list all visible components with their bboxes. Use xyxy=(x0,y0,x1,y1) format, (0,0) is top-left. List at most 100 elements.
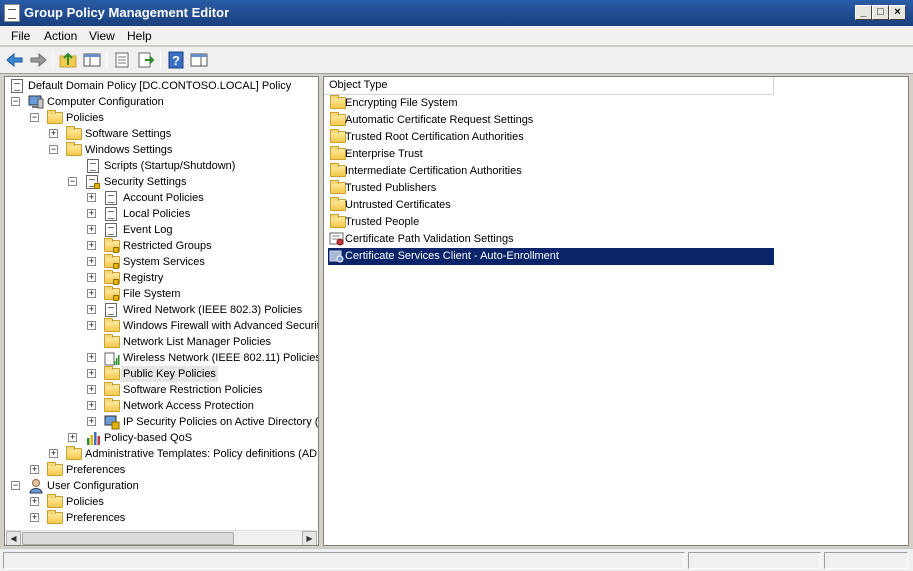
show-action-pane-icon[interactable] xyxy=(189,51,209,69)
ip-security-icon xyxy=(104,414,120,430)
properties-icon[interactable] xyxy=(112,51,132,69)
collapse-icon[interactable]: − xyxy=(49,145,58,154)
console-tree[interactable]: Default Domain Policy [DC.CONTOSO.LOCAL]… xyxy=(4,76,319,546)
folder-icon xyxy=(47,494,63,508)
list-item-selected[interactable]: Certificate Services Client - Auto-Enrol… xyxy=(328,248,774,265)
horizontal-scrollbar[interactable]: ◀ ▶ xyxy=(6,530,317,545)
expand-icon[interactable]: + xyxy=(30,513,39,522)
menu-action[interactable]: Action xyxy=(44,29,77,43)
list-item[interactable]: Certificate Path Validation Settings xyxy=(328,231,774,248)
folder-icon xyxy=(66,142,82,156)
list-item[interactable]: Trusted People xyxy=(328,214,774,231)
bar-chart-icon xyxy=(85,430,101,446)
app-icon xyxy=(4,4,20,22)
lock-icon xyxy=(113,295,119,301)
folder-icon xyxy=(330,180,346,194)
lock-icon xyxy=(113,263,119,269)
folder-icon xyxy=(330,146,346,160)
folder-icon xyxy=(330,95,346,109)
expand-icon[interactable]: + xyxy=(87,209,96,218)
folder-icon xyxy=(66,446,82,460)
list-item[interactable]: Trusted Publishers xyxy=(328,180,774,197)
folder-icon xyxy=(104,366,120,380)
list-item[interactable]: Enterprise Trust xyxy=(328,146,774,163)
menu-view[interactable]: View xyxy=(89,29,115,43)
certificate-icon xyxy=(329,231,345,247)
list-item[interactable]: Trusted Root Certification Authorities xyxy=(328,129,774,146)
toolbar-separator xyxy=(106,51,107,69)
network-policy-icon xyxy=(105,303,117,317)
script-icon xyxy=(87,159,99,173)
list-item[interactable]: Automatic Certificate Request Settings xyxy=(328,112,774,129)
window-title: Group Policy Management Editor xyxy=(24,5,230,20)
svg-text:?: ? xyxy=(172,53,180,68)
collapse-icon[interactable]: − xyxy=(30,113,39,122)
list-item[interactable]: Encrypting File System xyxy=(328,95,774,112)
folder-icon xyxy=(47,110,63,124)
expand-icon[interactable]: + xyxy=(49,449,58,458)
expand-icon[interactable]: + xyxy=(87,401,96,410)
expand-icon[interactable]: + xyxy=(87,273,96,282)
policy-icon xyxy=(105,191,117,205)
column-header-object-type[interactable]: Object Type xyxy=(324,77,774,95)
scrollbar-thumb[interactable] xyxy=(22,532,234,545)
show-hide-console-tree-icon[interactable] xyxy=(82,51,102,69)
minimize-button[interactable]: _ xyxy=(855,5,872,20)
status-bar xyxy=(0,548,913,571)
menu-bar: File Action View Help xyxy=(0,26,913,46)
expand-icon[interactable]: + xyxy=(68,433,77,442)
expand-icon[interactable]: + xyxy=(30,465,39,474)
folder-icon xyxy=(330,112,346,126)
wireless-signal-icon xyxy=(104,350,120,366)
toolbar: ? xyxy=(0,47,913,74)
policy-document-icon xyxy=(11,79,23,93)
expand-icon[interactable]: + xyxy=(87,289,96,298)
menu-file[interactable]: File xyxy=(11,29,30,43)
toolbar-separator xyxy=(160,51,161,69)
export-list-icon[interactable] xyxy=(136,51,156,69)
up-folder-icon[interactable] xyxy=(58,51,78,69)
list-item[interactable]: Untrusted Certificates xyxy=(328,197,774,214)
close-button[interactable]: × xyxy=(889,5,906,20)
list-item[interactable]: Intermediate Certification Authorities xyxy=(328,163,774,180)
folder-icon xyxy=(330,163,346,177)
scroll-right-icon[interactable]: ▶ xyxy=(302,531,317,545)
expand-icon[interactable]: + xyxy=(87,241,96,250)
lock-icon xyxy=(113,247,119,253)
maximize-button[interactable]: □ xyxy=(872,5,889,20)
expand-icon[interactable]: + xyxy=(87,321,96,330)
user-icon xyxy=(28,478,44,494)
menu-help[interactable]: Help xyxy=(127,29,152,43)
lock-icon xyxy=(113,279,119,285)
collapse-icon[interactable]: − xyxy=(11,97,20,106)
folder-icon xyxy=(104,398,120,412)
status-cell-main xyxy=(3,552,685,569)
scroll-left-icon[interactable]: ◀ xyxy=(6,531,21,545)
title-bar: Group Policy Management Editor _ □ × xyxy=(0,0,913,26)
folder-icon xyxy=(66,126,82,140)
folder-icon xyxy=(47,510,63,524)
lock-icon xyxy=(94,183,100,189)
expand-icon[interactable]: + xyxy=(87,385,96,394)
expand-icon[interactable]: + xyxy=(30,497,39,506)
status-cell-secondary xyxy=(688,552,821,569)
expand-icon[interactable]: + xyxy=(87,193,96,202)
forward-arrow-icon[interactable] xyxy=(28,51,48,69)
status-cell-tertiary xyxy=(824,552,908,569)
expand-icon[interactable]: + xyxy=(87,257,96,266)
expand-icon[interactable]: + xyxy=(87,225,96,234)
back-arrow-icon[interactable] xyxy=(5,51,25,69)
expand-icon[interactable]: + xyxy=(87,417,96,426)
policy-icon xyxy=(105,207,117,221)
expand-icon[interactable]: + xyxy=(87,353,96,362)
expand-icon[interactable]: + xyxy=(49,129,58,138)
computer-icon xyxy=(28,94,44,110)
help-icon[interactable]: ? xyxy=(166,51,186,69)
folder-icon xyxy=(104,334,120,348)
expand-icon[interactable]: + xyxy=(87,305,96,314)
details-pane[interactable]: Object Type Encrypting File System Autom… xyxy=(323,76,909,546)
expand-icon[interactable]: + xyxy=(87,369,96,378)
collapse-icon[interactable]: − xyxy=(11,481,20,490)
collapse-icon[interactable]: − xyxy=(68,177,77,186)
folder-icon xyxy=(47,462,63,476)
